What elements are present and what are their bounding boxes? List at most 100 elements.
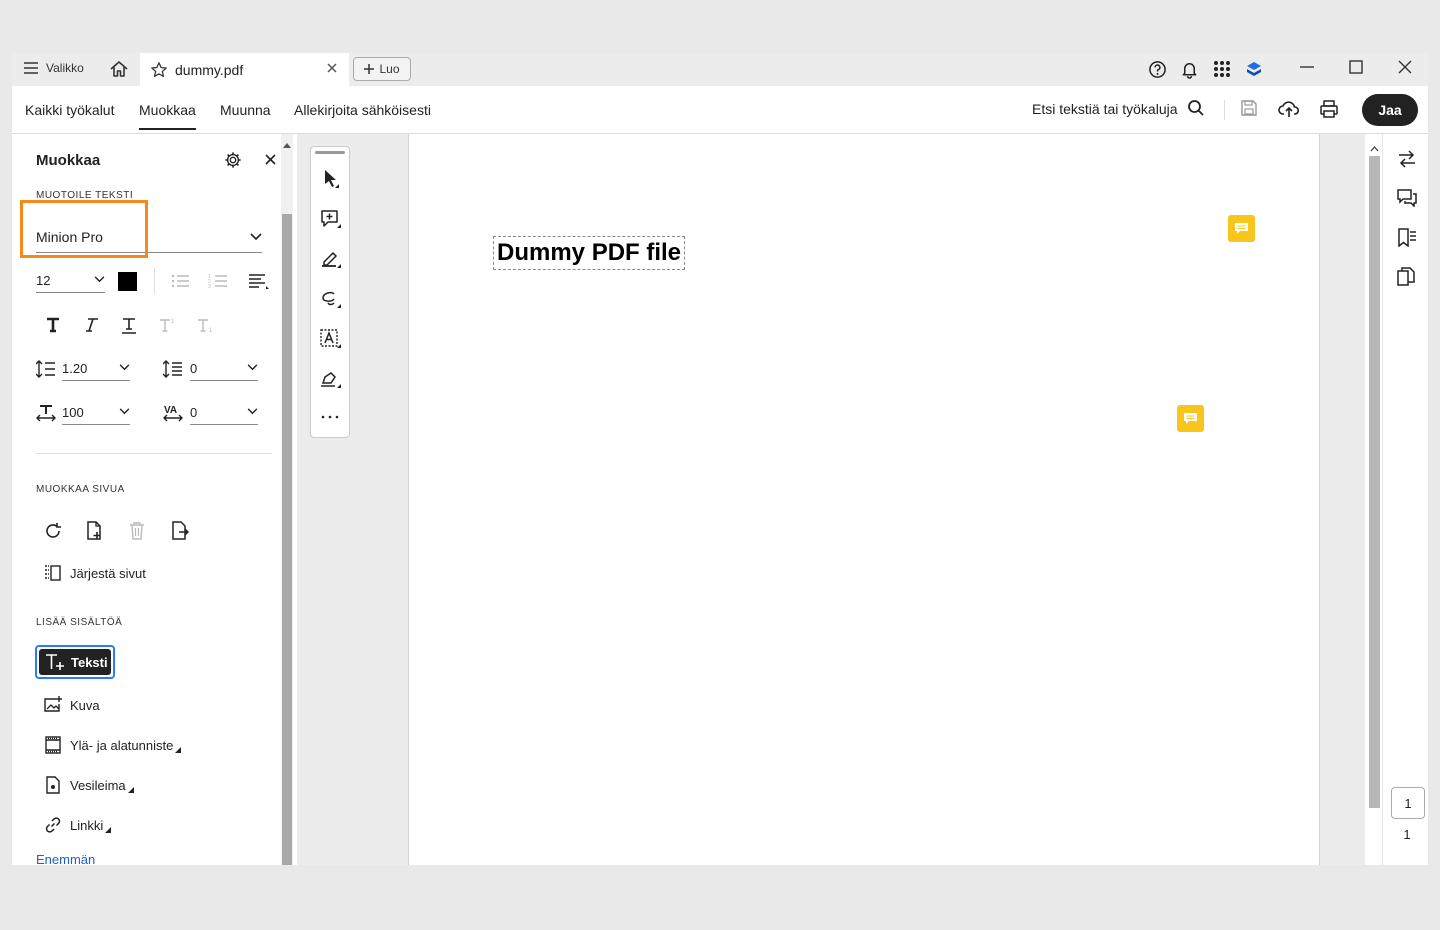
create-button[interactable]: Luo bbox=[353, 57, 411, 81]
current-page-input[interactable]: 1 bbox=[1391, 787, 1425, 819]
paragraph-spacing-select[interactable]: 0 bbox=[190, 358, 258, 381]
svg-text:1: 1 bbox=[209, 328, 213, 333]
maximize-icon[interactable] bbox=[1348, 59, 1364, 75]
comment-note-icon[interactable] bbox=[1228, 215, 1255, 242]
tab-convert[interactable]: Muunna bbox=[220, 102, 271, 118]
line-spacing-value: 1.20 bbox=[62, 361, 88, 376]
draw-freehand-icon[interactable] bbox=[320, 289, 342, 309]
share-button[interactable]: Jaa bbox=[1362, 94, 1418, 126]
character-spacing-select[interactable]: 0 bbox=[190, 402, 258, 425]
add-image-icon bbox=[44, 696, 62, 712]
tab-all-tools[interactable]: Kaikki työkalut bbox=[25, 102, 114, 118]
panel-scrollbar-thumb[interactable] bbox=[282, 214, 292, 865]
add-text-button-inner: Teksti bbox=[39, 649, 111, 675]
page-thumbnails-icon[interactable] bbox=[1397, 267, 1415, 286]
save-icon[interactable] bbox=[1240, 99, 1258, 117]
gear-icon[interactable] bbox=[224, 151, 242, 169]
corner-arrow-icon bbox=[105, 827, 112, 833]
bold-icon[interactable] bbox=[45, 317, 61, 333]
home-icon[interactable] bbox=[109, 60, 129, 83]
close-panel-icon[interactable] bbox=[265, 154, 276, 165]
search-icon[interactable] bbox=[1187, 99, 1205, 117]
paragraph-spacing-value: 0 bbox=[190, 361, 198, 376]
add-image-label: Kuva bbox=[70, 697, 100, 713]
apps-grid-icon[interactable] bbox=[1213, 60, 1231, 78]
svg-text:3: 3 bbox=[208, 284, 211, 290]
superscript-icon[interactable]: 1 bbox=[159, 317, 177, 333]
chevron-down-icon bbox=[94, 276, 105, 283]
font-size-select[interactable]: 12 bbox=[36, 270, 105, 293]
link-button[interactable]: Linkki bbox=[44, 816, 112, 834]
pdf-title-textbox[interactable]: Dummy PDF file bbox=[493, 236, 686, 270]
toolbar-grip[interactable] bbox=[315, 151, 345, 154]
bookmarks-icon[interactable] bbox=[1397, 228, 1417, 247]
app-window: Valikko dummy.pdf Luo Kaikki työkalut Mu… bbox=[12, 53, 1428, 865]
menu-button[interactable]: Valikko bbox=[24, 61, 84, 75]
add-text-button[interactable]: Teksti bbox=[35, 645, 115, 679]
highlight-pen-icon[interactable] bbox=[320, 249, 342, 269]
edit-panel: Muokkaa MUOTOILE TEKSTI Minion Pro 12 12… bbox=[12, 134, 297, 865]
add-image-button[interactable]: Kuva bbox=[44, 696, 100, 714]
corner-arrow-icon bbox=[127, 787, 134, 793]
text-box-icon[interactable] bbox=[320, 329, 342, 349]
numbered-list-icon[interactable]: 123 bbox=[208, 273, 230, 291]
extract-page-icon[interactable] bbox=[171, 521, 189, 541]
search-label[interactable]: Etsi tekstiä tai työkaluja bbox=[1032, 101, 1178, 117]
close-window-icon[interactable] bbox=[1397, 59, 1413, 75]
corner-arrow-icon bbox=[175, 747, 182, 753]
italic-icon[interactable] bbox=[83, 317, 99, 333]
document-scrollbar-thumb[interactable] bbox=[1369, 156, 1380, 808]
right-rail: 1 1 bbox=[1382, 134, 1428, 865]
link-icon bbox=[45, 817, 61, 833]
text-color-swatch[interactable] bbox=[118, 272, 137, 291]
main-toolbar: Kaikki työkalut Muokkaa Muunna Allekirjo… bbox=[12, 86, 1428, 134]
select-arrow-icon[interactable] bbox=[322, 169, 340, 189]
close-tab-icon[interactable] bbox=[326, 62, 338, 74]
panel-scrollbar[interactable] bbox=[281, 134, 293, 865]
section-divider bbox=[36, 453, 272, 454]
subscript-icon[interactable]: 1 bbox=[197, 317, 215, 333]
comments-icon[interactable] bbox=[1397, 189, 1417, 207]
font-select-highlight bbox=[20, 200, 148, 258]
tab-e-sign[interactable]: Allekirjoita sähköisesti bbox=[294, 102, 431, 118]
delete-page-icon[interactable] bbox=[128, 521, 146, 541]
insert-page-icon[interactable] bbox=[86, 521, 104, 541]
more-tools-icon[interactable] bbox=[321, 415, 339, 419]
chevron-down-icon bbox=[250, 233, 262, 241]
cloud-layers-icon[interactable] bbox=[1245, 60, 1263, 78]
minimize-icon[interactable] bbox=[1299, 59, 1315, 75]
print-icon[interactable] bbox=[1319, 99, 1339, 119]
align-left-icon[interactable] bbox=[248, 273, 270, 291]
organize-pages-button[interactable]: Järjestä sivut bbox=[44, 564, 146, 582]
line-spacing-icon bbox=[36, 360, 55, 378]
compare-icon[interactable] bbox=[1397, 150, 1417, 168]
sign-pen-icon[interactable] bbox=[320, 369, 342, 389]
watermark-button[interactable]: Vesileima bbox=[44, 776, 134, 794]
help-icon[interactable] bbox=[1148, 60, 1167, 79]
bell-icon[interactable] bbox=[1180, 60, 1199, 79]
chevron-down-icon bbox=[119, 364, 130, 371]
comment-note-icon[interactable] bbox=[1177, 405, 1204, 432]
scroll-up-icon[interactable] bbox=[1370, 146, 1379, 152]
underline-icon[interactable] bbox=[121, 317, 137, 335]
add-comment-icon[interactable] bbox=[320, 209, 342, 229]
upload-cloud-icon[interactable] bbox=[1278, 99, 1300, 119]
chevron-down-icon bbox=[247, 408, 258, 415]
watermark-label: Vesileima bbox=[70, 777, 126, 793]
bullet-list-icon[interactable] bbox=[171, 273, 191, 291]
document-scrollbar[interactable] bbox=[1365, 134, 1382, 865]
watermark-icon bbox=[46, 776, 60, 794]
organize-pages-icon bbox=[45, 565, 61, 581]
document-tab[interactable]: dummy.pdf bbox=[140, 53, 349, 86]
chevron-down-icon bbox=[247, 364, 258, 371]
tab-edit[interactable]: Muokkaa bbox=[139, 102, 196, 130]
rotate-icon[interactable] bbox=[44, 522, 62, 540]
star-icon[interactable] bbox=[150, 61, 168, 79]
edit-page-heading: MUOKKAA SIVUA bbox=[36, 484, 125, 495]
header-footer-button[interactable]: Ylä- ja alatunniste bbox=[44, 736, 182, 754]
more-link[interactable]: Enemmän bbox=[36, 852, 95, 865]
line-spacing-select[interactable]: 1.20 bbox=[62, 358, 130, 381]
scroll-up-icon[interactable] bbox=[283, 142, 291, 148]
svg-text:1: 1 bbox=[171, 319, 175, 325]
horizontal-scale-select[interactable]: 100 bbox=[62, 402, 130, 425]
